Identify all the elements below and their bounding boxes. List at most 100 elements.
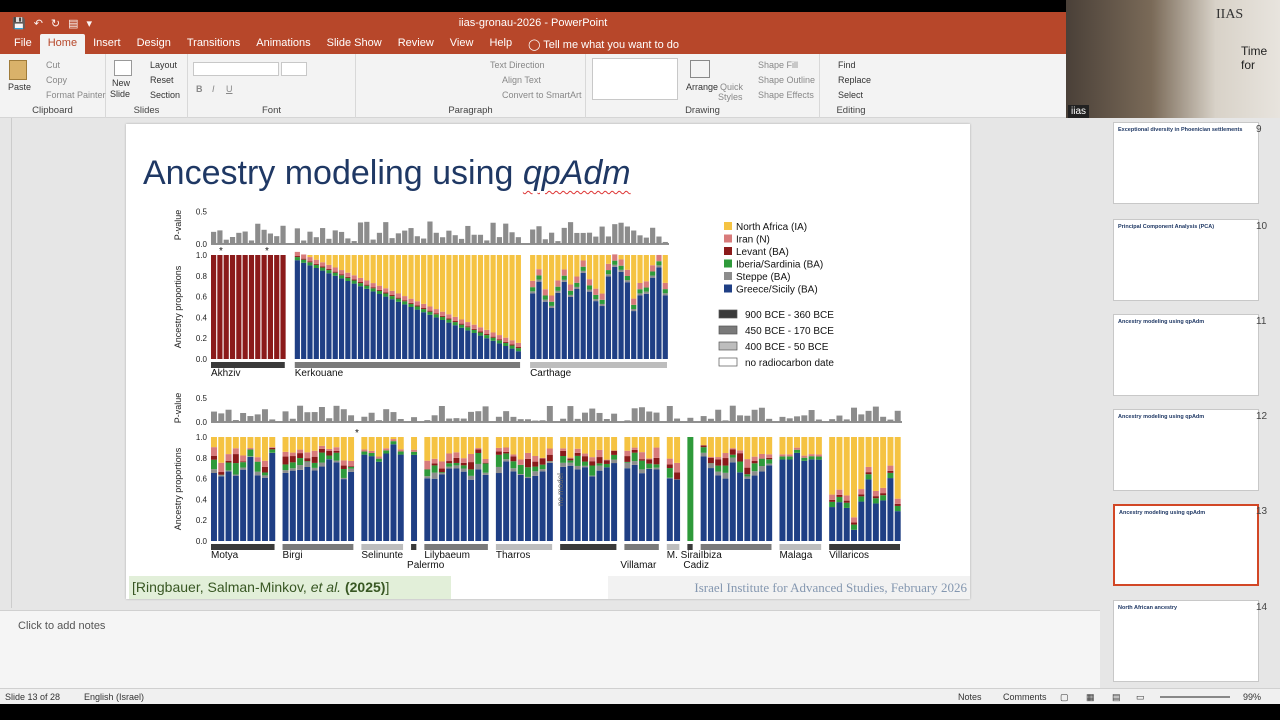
bottom-ancestry-segment: [397, 449, 404, 452]
bold-icon[interactable]: B: [196, 84, 203, 94]
new-slide-button[interactable]: New: [112, 78, 130, 88]
comments-toggle[interactable]: Comments: [1003, 692, 1047, 702]
bottom-ancestry-segment: [751, 471, 758, 476]
bottom-ancestry-segment: [729, 454, 736, 458]
tab-help[interactable]: Help: [481, 34, 520, 54]
layout-button[interactable]: Layout: [150, 60, 177, 70]
slideshow-view-icon[interactable]: ▭: [1136, 692, 1145, 703]
section-button[interactable]: Section: [150, 90, 180, 100]
customize-qat-icon[interactable]: ▾: [87, 17, 93, 30]
presenter-icon[interactable]: ▤: [68, 17, 78, 30]
bottom-ancestry-segment: [560, 448, 567, 451]
notes-placeholder: Click to add notes: [18, 620, 106, 632]
bottom-ancestry-segment: [707, 437, 714, 457]
top-ancestry-segment: [530, 255, 536, 281]
thumbnail-slide-11[interactable]: Ancestry modeling using qpAdm: [1113, 314, 1259, 396]
shape-effects-button[interactable]: Shape Effects: [758, 90, 814, 100]
top-pvalue-axis-label: P-value: [173, 210, 183, 241]
quick-styles-button-2[interactable]: Styles: [718, 92, 743, 102]
bottom-ancestry-segment: [326, 459, 333, 541]
top-pvalue-bar: [242, 231, 248, 244]
zoom-slider[interactable]: [1160, 696, 1230, 698]
bottom-ancestry-segment: [829, 507, 836, 541]
reading-view-icon[interactable]: ▤: [1112, 692, 1121, 703]
bottom-ancestry-segment: [261, 460, 268, 467]
top-pvalue-bar: [370, 239, 376, 244]
select-button[interactable]: Select: [838, 90, 863, 100]
italic-icon[interactable]: I: [212, 84, 215, 94]
save-icon[interactable]: 💾: [12, 17, 26, 30]
bottom-pvalue-bar: [446, 418, 453, 422]
site-label-tharros: Tharros: [496, 550, 530, 561]
top-ancestry-segment: [307, 255, 313, 258]
top-ancestry-segment: [402, 255, 408, 297]
quick-styles-button[interactable]: Quick: [720, 82, 743, 92]
find-button[interactable]: Find: [838, 60, 856, 70]
shape-fill-button[interactable]: Shape Fill: [758, 60, 798, 70]
slides-group: New Slide Layout Reset Section Slides: [106, 54, 188, 118]
tab-slide-show[interactable]: Slide Show: [319, 34, 390, 54]
thumbnail-title: North African ancestry: [1118, 605, 1178, 611]
convert-smartart-button[interactable]: Convert to SmartArt: [502, 90, 582, 100]
notes-pane[interactable]: Click to add notes: [0, 610, 1100, 688]
text-direction-button[interactable]: Text Direction: [490, 60, 545, 70]
bottom-ancestry-segment: [715, 457, 722, 460]
normal-view-icon[interactable]: ▢: [1060, 692, 1069, 703]
thumbnail-slide-13[interactable]: Ancestry modeling using qpAdm: [1113, 504, 1259, 586]
arrange-button[interactable]: Arrange: [686, 82, 718, 92]
reset-button[interactable]: Reset: [150, 75, 174, 85]
copy-button[interactable]: Copy: [46, 75, 67, 85]
thumbnail-slide-10[interactable]: Principal Component Analysis (PCA): [1113, 219, 1259, 301]
top-ancestry-segment: [307, 261, 313, 263]
top-pvalue-bar: [536, 226, 542, 244]
top-ancestry-segment: [605, 270, 612, 275]
zoom-level[interactable]: 99%: [1243, 692, 1261, 702]
language-indicator[interactable]: English (Israel): [84, 692, 144, 702]
tab-home[interactable]: Home: [39, 34, 86, 54]
tell-me-search[interactable]: ◯ Tell me what you want to do: [520, 36, 687, 54]
font-name-box[interactable]: [193, 62, 279, 76]
top-pvalue-bar: [255, 223, 261, 244]
slide-canvas[interactable]: Ancestry modeling using qpAdm P-value Anc…: [126, 124, 970, 599]
editor-scrollbar[interactable]: [0, 118, 12, 608]
sorter-view-icon[interactable]: ▦: [1086, 692, 1095, 703]
font-size-box[interactable]: [281, 62, 307, 76]
bottom-ancestry-segment: [431, 458, 438, 464]
format-painter-button[interactable]: Format Painter: [46, 90, 106, 100]
bottom-ancestry-segment: [383, 450, 390, 454]
bottom-ancestry-segment: [631, 449, 638, 453]
tab-animations[interactable]: Animations: [248, 34, 318, 54]
shapes-gallery[interactable]: [592, 58, 678, 100]
bottom-pvalue-bar: [589, 408, 596, 422]
tab-design[interactable]: Design: [129, 34, 179, 54]
thumbnail-slide-9[interactable]: Exceptional diversity in Phoenician sett…: [1113, 122, 1259, 204]
replace-button[interactable]: Replace: [838, 75, 871, 85]
new-slide-button-2[interactable]: Slide: [110, 89, 130, 99]
bottom-pvalue-bar: [687, 417, 694, 422]
thumbnail-slide-12[interactable]: Ancestry modeling using qpAdm: [1113, 409, 1259, 491]
tab-insert[interactable]: Insert: [85, 34, 129, 54]
tab-view[interactable]: View: [442, 34, 482, 54]
bottom-ancestry-segment: [348, 471, 355, 541]
bottom-ancestry-segment: [333, 460, 340, 463]
cut-button[interactable]: Cut: [46, 60, 60, 70]
shape-outline-button[interactable]: Shape Outline: [758, 75, 815, 85]
top-pvalue-bar: [549, 232, 555, 244]
align-text-button[interactable]: Align Text: [502, 75, 541, 85]
bottom-ancestry-segment: [261, 437, 268, 461]
undo-icon[interactable]: ↶: [34, 17, 43, 30]
tab-transitions[interactable]: Transitions: [179, 34, 248, 54]
notes-toggle[interactable]: Notes: [958, 692, 982, 702]
top-ancestry-segment: [313, 264, 319, 268]
bottom-ancestry-segment: [240, 467, 247, 470]
bottom-ancestry-segment: [567, 457, 574, 459]
tab-review[interactable]: Review: [390, 34, 442, 54]
underline-icon[interactable]: U: [226, 84, 233, 94]
paste-button[interactable]: Paste: [8, 82, 31, 92]
redo-icon[interactable]: ↻: [51, 17, 60, 30]
thumbnail-title: Exceptional diversity in Phoenician sett…: [1118, 127, 1243, 133]
tab-file[interactable]: File: [6, 34, 40, 54]
bottom-ancestry-segment: [574, 455, 581, 466]
thumbnail-slide-14[interactable]: North African ancestry: [1113, 600, 1259, 682]
bottom-ancestry-segment: [737, 450, 744, 454]
